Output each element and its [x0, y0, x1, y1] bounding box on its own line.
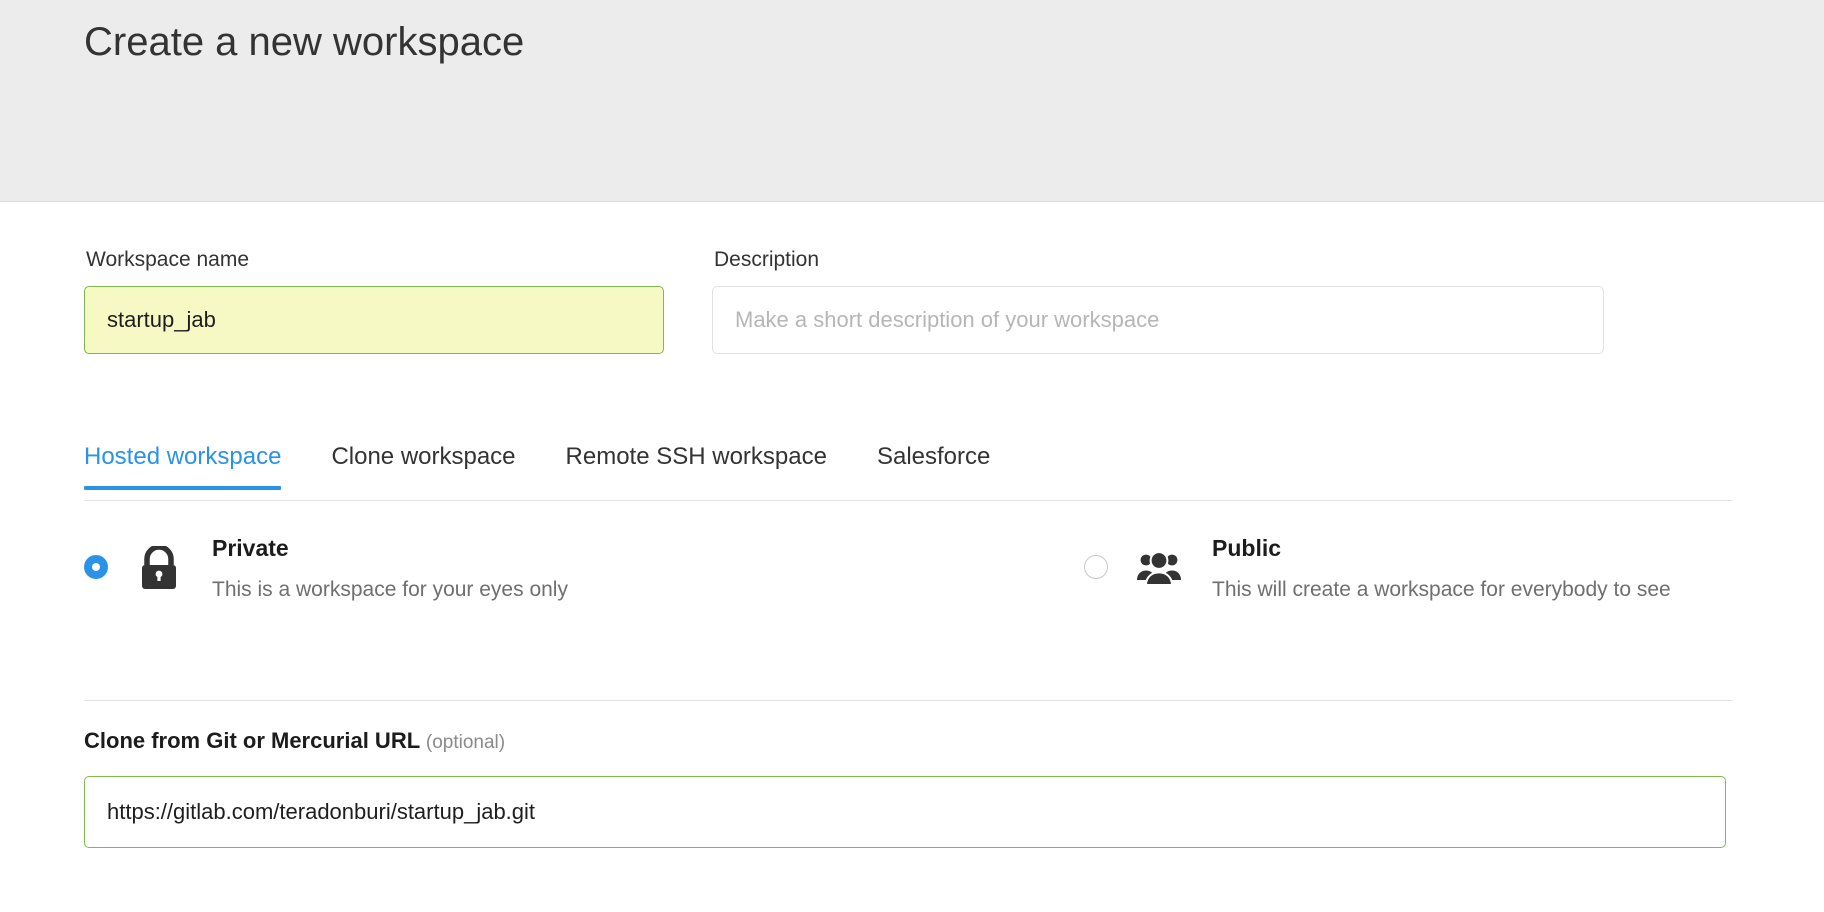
workspace-name-input[interactable]	[84, 286, 664, 354]
tab-remote-ssh-workspace[interactable]: Remote SSH workspace	[566, 443, 827, 489]
clone-url-optional-text: (optional)	[425, 732, 506, 753]
public-text-block: Public This will create a workspace for …	[1212, 533, 1671, 603]
private-title: Private	[212, 535, 289, 561]
page-body: Workspace name Description Hosted worksp…	[0, 203, 1824, 912]
workspace-name-field-group: Workspace name	[84, 248, 664, 354]
workspace-name-label: Workspace name	[86, 248, 250, 271]
tab-salesforce[interactable]: Salesforce	[877, 443, 990, 489]
page-header: Create a new workspace	[0, 0, 1824, 202]
visibility-options: Private This is a workspace for your eye…	[84, 533, 1733, 653]
page-title: Create a new workspace	[84, 20, 525, 64]
workspace-type-tabs: Hosted workspace Clone workspace Remote …	[84, 443, 1733, 501]
private-description: This is a workspace for your eyes only	[212, 578, 568, 601]
clone-url-label-text: Clone from Git or Mercurial URL	[84, 728, 420, 753]
description-field-group: Description	[712, 248, 1604, 354]
clone-url-label: Clone from Git or Mercurial URL (optiona…	[84, 728, 1726, 754]
visibility-option-private[interactable]: Private This is a workspace for your eye…	[84, 533, 568, 603]
private-radio[interactable]	[84, 555, 108, 579]
create-workspace-page: Create a new workspace Workspace name De…	[0, 0, 1824, 912]
users-icon	[1136, 545, 1182, 591]
public-title: Public	[1212, 535, 1282, 561]
tab-clone-workspace[interactable]: Clone workspace	[331, 443, 515, 489]
public-description: This will create a workspace for everybo…	[1212, 578, 1671, 601]
visibility-option-public[interactable]: Public This will create a workspace for …	[1084, 533, 1671, 603]
clone-url-input[interactable]	[84, 776, 1726, 848]
public-radio[interactable]	[1084, 555, 1108, 579]
lock-icon	[136, 545, 182, 591]
clone-url-input-wrap	[84, 776, 1726, 848]
section-divider	[84, 700, 1733, 701]
primary-fields-row: Workspace name Description	[0, 248, 1824, 378]
clone-url-section: Clone from Git or Mercurial URL (optiona…	[84, 728, 1726, 848]
description-input[interactable]	[712, 286, 1604, 354]
tab-hosted-workspace[interactable]: Hosted workspace	[84, 443, 282, 490]
description-label: Description	[714, 248, 820, 271]
private-text-block: Private This is a workspace for your eye…	[212, 533, 568, 603]
